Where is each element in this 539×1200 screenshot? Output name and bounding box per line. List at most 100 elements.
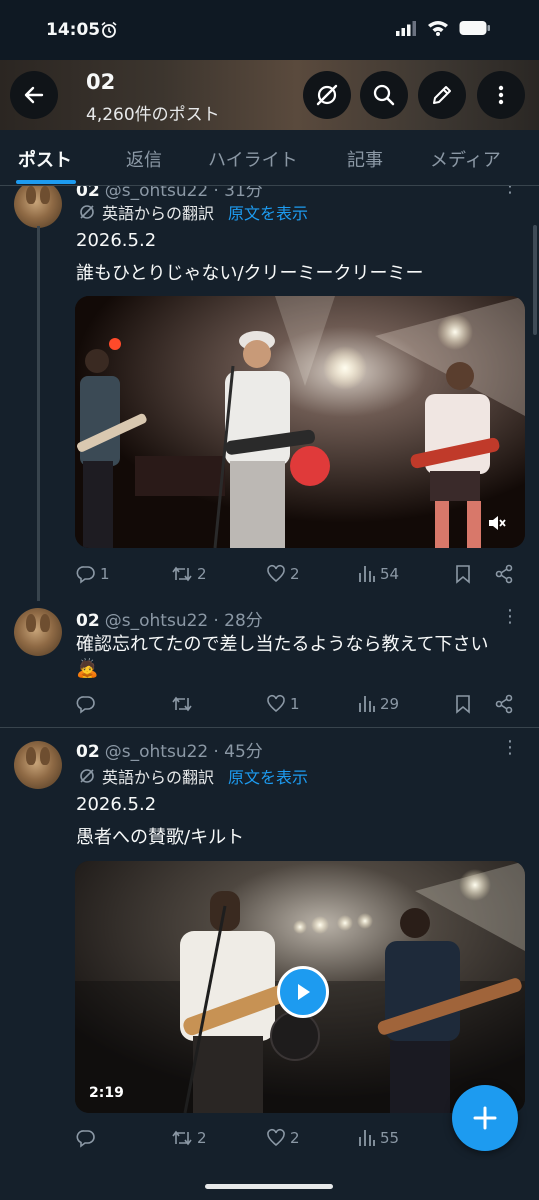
heart-icon [267, 564, 285, 583]
post-actions: 1 29 [76, 694, 526, 718]
post-more-icon[interactable]: ⋮ [501, 737, 519, 758]
views-icon [359, 696, 375, 712]
reply-button[interactable]: 1 [76, 564, 110, 584]
translate-label: 英語からの翻訳 [102, 768, 215, 787]
views-icon [359, 566, 375, 582]
like-button[interactable]: 2 [266, 1128, 300, 1148]
share-icon [495, 564, 513, 584]
search-icon [373, 84, 395, 106]
views-button[interactable]: 54 [358, 564, 399, 584]
tab-highlights[interactable]: ハイライト [208, 146, 298, 172]
post-video[interactable]: 2:19 [75, 861, 525, 1113]
bookmark-button[interactable] [454, 564, 472, 584]
timeline: 02 @s_ohtsu22 · 31分 ⋮ 英語からの翻訳 原文を表示 2026… [0, 186, 539, 1200]
tab-replies[interactable]: 返信 [126, 146, 162, 172]
bookmark-icon [456, 695, 470, 714]
translate-icon [80, 769, 94, 783]
grok-icon [316, 84, 338, 106]
bookmark-icon [456, 565, 470, 584]
edit-button[interactable] [418, 71, 466, 119]
translation-notice: 英語からの翻訳 原文を表示 [78, 764, 308, 788]
views-count: 29 [380, 695, 400, 713]
views-button[interactable]: 55 [358, 1128, 399, 1148]
compose-post-button[interactable] [452, 1085, 518, 1151]
avatar[interactable] [14, 186, 62, 228]
like-count: 1 [290, 695, 300, 713]
play-button[interactable] [277, 966, 329, 1018]
repost-button[interactable] [171, 694, 197, 714]
reply-button[interactable] [76, 694, 100, 714]
author-handle[interactable]: @s_ohtsu22 [105, 611, 208, 631]
thread-line [37, 226, 40, 601]
tab-posts[interactable]: ポスト [18, 146, 72, 172]
reply-icon [76, 1130, 95, 1148]
cellular-signal-icon [396, 21, 416, 36]
show-original-link[interactable]: 原文を表示 [228, 200, 308, 224]
repost-icon [172, 566, 192, 582]
plus-icon [473, 1106, 497, 1130]
bookmark-button[interactable] [454, 694, 472, 714]
author-name[interactable]: 02 [76, 186, 100, 201]
translate-label: 英語からの翻訳 [102, 204, 215, 223]
home-indicator[interactable] [205, 1184, 333, 1189]
back-button[interactable] [10, 71, 58, 119]
post-count: 4,260件のポスト [86, 105, 220, 125]
active-tab-indicator [16, 180, 76, 184]
repost-button[interactable]: 2 [171, 1128, 207, 1148]
status-time: 14:05 [46, 20, 101, 40]
views-count: 54 [380, 565, 400, 583]
more-options-button[interactable] [477, 71, 525, 119]
post-divider [0, 727, 539, 728]
post-video[interactable] [75, 296, 525, 548]
concert-video-frame [75, 296, 525, 548]
post-actions: 1 2 2 54 [76, 564, 526, 588]
avatar[interactable] [14, 741, 62, 789]
like-button[interactable]: 1 [266, 694, 300, 714]
repost-icon [172, 1130, 192, 1146]
post-text-line: 確認忘れてたので差し当たるようなら教えて下さい [76, 634, 489, 655]
post-time[interactable]: 45分 [224, 742, 263, 762]
repost-count: 2 [197, 1129, 207, 1147]
avatar[interactable] [14, 608, 62, 656]
tab-media[interactable]: メディア [430, 146, 501, 172]
translation-notice: 英語からの翻訳 原文を表示 [78, 200, 308, 224]
heart-icon [267, 1128, 285, 1147]
post-time[interactable]: 31分 [224, 186, 263, 201]
views-button[interactable]: 29 [358, 694, 399, 714]
views-icon [359, 1130, 375, 1146]
post-more-icon[interactable]: ⋮ [501, 606, 519, 627]
post-more-icon[interactable]: ⋮ [501, 186, 519, 197]
show-original-link[interactable]: 原文を表示 [228, 764, 308, 788]
author-name[interactable]: 02 [76, 611, 100, 631]
author-name[interactable]: 02 [76, 742, 100, 762]
post-text-line: 2026.5.2 [76, 794, 157, 815]
bowing-emoji: 🙇 [76, 658, 99, 679]
like-count: 2 [290, 1129, 300, 1147]
translate-icon [80, 205, 94, 219]
share-button[interactable] [494, 694, 514, 714]
system-nav-bar [0, 1160, 539, 1200]
tab-articles[interactable]: 記事 [347, 146, 383, 172]
search-button[interactable] [360, 71, 408, 119]
video-duration: 2:19 [89, 1085, 124, 1101]
alarm-icon [101, 21, 117, 38]
reply-button[interactable] [76, 1128, 100, 1148]
post-meta: 02 @s_ohtsu22 · 28分 [76, 611, 263, 631]
profile-name: 02 [86, 70, 116, 94]
post-time[interactable]: 28分 [224, 611, 263, 631]
post-text-line: 誰もひとりじゃない/クリーミークリーミー [76, 263, 424, 284]
like-button[interactable]: 2 [266, 564, 300, 584]
play-icon [298, 984, 310, 1000]
share-button[interactable] [494, 564, 514, 584]
reply-icon [76, 566, 95, 584]
repost-button[interactable]: 2 [171, 564, 207, 584]
like-count: 2 [290, 565, 300, 583]
author-handle[interactable]: @s_ohtsu22 [105, 186, 208, 201]
repost-icon [172, 696, 192, 712]
grok-button[interactable] [303, 71, 351, 119]
muted-icon[interactable] [487, 514, 507, 532]
author-handle[interactable]: @s_ohtsu22 [105, 742, 208, 762]
post-meta: 02 @s_ohtsu22 · 31分 [76, 186, 263, 201]
reply-count: 1 [100, 565, 110, 583]
post-text-line: 2026.5.2 [76, 230, 157, 251]
